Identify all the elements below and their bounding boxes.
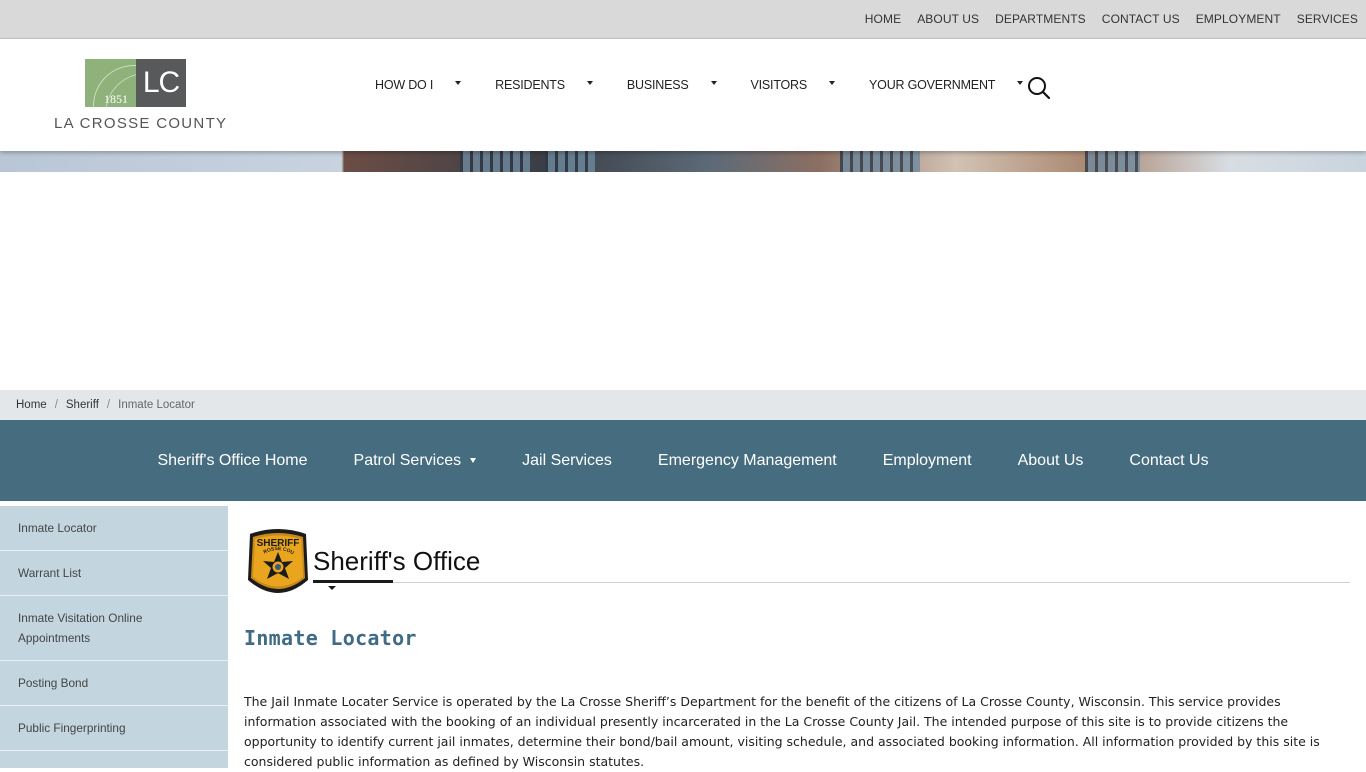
breadcrumb-separator: / bbox=[54, 399, 58, 411]
hero-window-detail bbox=[545, 151, 595, 172]
hero-banner-image bbox=[0, 151, 1366, 172]
breadcrumb-current: Inmate Locator bbox=[118, 399, 195, 411]
caret-down-icon bbox=[1017, 81, 1024, 85]
dept-nav-contact-us[interactable]: Contact Us bbox=[1129, 452, 1208, 470]
sidebar-item-inmate-locator[interactable]: Inmate Locator bbox=[0, 506, 228, 551]
caret-down-icon bbox=[586, 81, 593, 85]
dept-nav-about-us[interactable]: About Us bbox=[1018, 452, 1084, 470]
breadcrumb-separator: / bbox=[106, 399, 111, 411]
utility-link-services[interactable]: SERVICES bbox=[1297, 12, 1358, 26]
dept-nav-jail-services[interactable]: Jail Services bbox=[522, 452, 612, 470]
logo-year: 1851 bbox=[104, 92, 128, 106]
dept-nav-label: Patrol Services bbox=[353, 451, 462, 469]
main-nav-residents[interactable]: RESIDENTS bbox=[495, 78, 593, 92]
utility-link-about-us[interactable]: ABOUT US bbox=[917, 12, 979, 26]
title-pointer-icon bbox=[328, 586, 336, 590]
caret-down-icon bbox=[470, 458, 477, 463]
hero-window-detail bbox=[1085, 151, 1140, 172]
main-nav-business[interactable]: BUSINESS bbox=[627, 78, 717, 92]
badge-sheriff-text: SHERIFF bbox=[257, 538, 300, 549]
site-header: 1851 LC LA CROSSE COUNTY HOW DO I RESIDE… bbox=[0, 39, 1366, 151]
logo-monogram: LC bbox=[136, 59, 186, 107]
sheriff-star-badge-icon: SHERIFF LA CROSSE COUNTY bbox=[242, 524, 312, 602]
main-nav-label: VISITORS bbox=[750, 78, 808, 92]
main-nav-label: BUSINESS bbox=[626, 78, 689, 92]
utility-link-contact-us[interactable]: CONTACT US bbox=[1102, 12, 1180, 26]
section-sidebar: Inmate Locator Warrant List Inmate Visit… bbox=[0, 506, 228, 768]
page-heading: Inmate Locator bbox=[244, 626, 417, 650]
sidebar-item-inmate-visitation[interactable]: Inmate Visitation Online Appointments bbox=[0, 596, 228, 661]
intro-paragraph: The Jail Inmate Locater Service is opera… bbox=[244, 694, 1320, 769]
utility-link-employment[interactable]: EMPLOYMENT bbox=[1196, 12, 1281, 26]
utility-link-departments[interactable]: DEPARTMENTS bbox=[995, 12, 1086, 26]
caret-down-icon bbox=[829, 81, 836, 85]
dept-nav-emergency-management[interactable]: Emergency Management bbox=[658, 452, 837, 470]
sidebar-item-posting-bond[interactable]: Posting Bond bbox=[0, 661, 228, 706]
search-icon[interactable] bbox=[1026, 75, 1052, 101]
department-nav: Sheriff's Office Home Patrol Services Ja… bbox=[0, 420, 1366, 501]
caret-down-icon bbox=[710, 81, 717, 85]
office-title: Sheriff's Office bbox=[313, 546, 481, 576]
main-nav-label: RESIDENTS bbox=[495, 78, 565, 92]
main-nav-your-government[interactable]: YOUR GOVERNMENT bbox=[869, 78, 1024, 92]
dept-nav-sheriffs-office-home[interactable]: Sheriff's Office Home bbox=[157, 452, 307, 470]
breadcrumb-sheriff[interactable]: Sheriff bbox=[66, 399, 99, 411]
breadcrumb-home[interactable]: Home bbox=[16, 399, 47, 411]
hero-window-detail bbox=[840, 151, 920, 172]
dept-nav-employment[interactable]: Employment bbox=[883, 452, 972, 470]
title-divider bbox=[313, 582, 1350, 583]
hero-window-detail bbox=[460, 151, 530, 172]
sidebar-item-public-fingerprinting[interactable]: Public Fingerprinting bbox=[0, 706, 228, 751]
main-nav-how-do-i[interactable]: HOW DO I bbox=[375, 78, 462, 92]
caret-down-icon bbox=[455, 81, 462, 85]
utility-bar: HOME ABOUT US DEPARTMENTS CONTACT US EMP… bbox=[0, 0, 1366, 39]
logo-county-name: LA CROSSE COUNTY bbox=[54, 115, 228, 132]
breadcrumb: Home / Sheriff / Inmate Locator bbox=[0, 390, 1366, 420]
main-nav-visitors[interactable]: VISITORS bbox=[751, 78, 836, 92]
main-content: SHERIFF LA CROSSE COUNTY Sheriff's Offic… bbox=[242, 506, 1350, 769]
utility-link-home[interactable]: HOME bbox=[865, 12, 901, 26]
dept-nav-patrol-services[interactable]: Patrol Services bbox=[354, 452, 477, 470]
sidebar-item-warrant-list[interactable]: Warrant List bbox=[0, 551, 228, 596]
title-accent-underline bbox=[313, 580, 393, 583]
main-nav: HOW DO I RESIDENTS BUSINESS VISITORS YOU… bbox=[375, 39, 1057, 131]
utility-nav: HOME ABOUT US DEPARTMENTS CONTACT US EMP… bbox=[849, 0, 1358, 38]
county-logo[interactable]: 1851 LC LA CROSSE COUNTY bbox=[54, 59, 228, 139]
main-nav-label: HOW DO I bbox=[375, 78, 434, 92]
main-nav-label: YOUR GOVERNMENT bbox=[869, 78, 996, 92]
